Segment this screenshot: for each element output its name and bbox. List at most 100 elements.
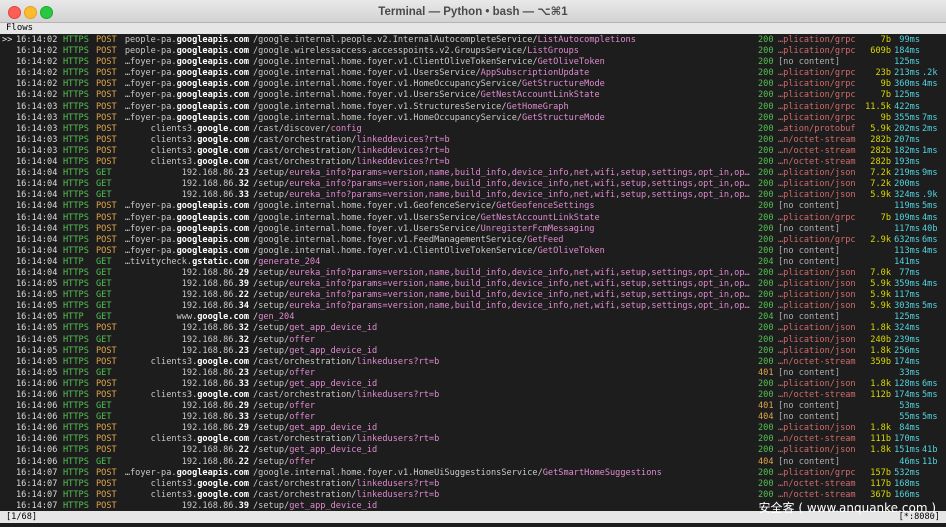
flow-size: 282b: [870, 157, 891, 168]
flow-host-prefix: 192.168.86.: [181, 367, 239, 378]
flow-content-type: [no content]: [778, 57, 841, 68]
flow-host: …foyer-pa.googleapis.com: [121, 57, 249, 68]
flow-row[interactable]: 16:14:03 HTTPS POST clients3.google.com/cas…: [0, 135, 946, 146]
flow-row[interactable]: 16:14:06 HTTPS POST clients3.google.com/cas…: [0, 390, 946, 401]
flow-row[interactable]: 16:14:06 HTTPS GET 192.168.86.33/setup/offe…: [0, 412, 946, 423]
flow-row[interactable]: 16:14:04 HTTPS GET 192.168.86.33/setup/eure…: [0, 190, 946, 201]
flow-row[interactable]: 16:14:04 HTTPS POST …foyer-pa.googleapis.co…: [0, 235, 946, 246]
flow-size: 1.8k: [870, 423, 891, 434]
flow-path: /setup/offer: [253, 335, 753, 346]
flow-row[interactable]: 16:14:04 HTTPS GET 192.168.86.32/setup/eure…: [0, 179, 946, 190]
flow-scheme: HTTPS: [63, 290, 89, 301]
flow-extra: 6ms: [922, 234, 938, 245]
flow-row[interactable]: 16:14:03 HTTPS POST …foyer-pa.googleapis.co…: [0, 113, 946, 124]
flow-duration: 324ms: [894, 190, 920, 201]
flow-row[interactable]: 16:14:06 HTTPS POST 192.168.86.29/setup/get…: [0, 423, 946, 434]
flow-row[interactable]: 16:14:02 HTTPS POST …foyer-pa.googleapis.co…: [0, 68, 946, 79]
flow-row[interactable]: 16:14:05 HTTPS GET 192.168.86.23/setup/offe…: [0, 368, 946, 379]
flow-row[interactable]: 16:14:05 HTTP GET www.google.com/gen_204 204…: [0, 312, 946, 323]
flow-status: 200: [758, 90, 774, 101]
flow-host-name: google.com: [197, 390, 249, 400]
flow-content-type: …plication/json: [778, 290, 856, 301]
flow-host: …foyer-pa.googleapis.com: [121, 213, 249, 224]
flow-path-endpoint: linkedusers?rt=b: [356, 356, 440, 367]
flow-path: /cast/orchestration/linkeddevices?rt=b: [253, 157, 753, 168]
flow-method: POST: [96, 134, 117, 145]
flow-row[interactable]: 16:14:04 HTTPS POST …foyer-pa.googleapis.co…: [0, 246, 946, 257]
flow-host-prefix: 192.168.86.: [181, 445, 239, 456]
flow-path: /cast/discover/config: [253, 124, 753, 135]
flow-row[interactable]: 16:14:02 HTTPS POST people-pa.googleapis.co…: [0, 46, 946, 57]
flow-row[interactable]: 16:14:07 HTTPS POST clients3.google.com/cas…: [0, 479, 946, 490]
flow-row[interactable]: 16:14:05 HTTPS POST clients3.google.com/cas…: [0, 357, 946, 368]
flow-host: 192.168.86.33: [121, 190, 249, 201]
flow-row[interactable]: 16:14:02 HTTPS POST …foyer-pa.googleapis.co…: [0, 79, 946, 90]
flow-method: GET: [96, 256, 112, 267]
flow-path-endpoint: GetGeofenceSettings: [496, 201, 595, 212]
flow-row[interactable]: 16:14:05 HTTPS GET 192.168.86.32/setup/offe…: [0, 335, 946, 346]
flow-host-prefix: 192.168.86.: [181, 401, 239, 412]
flow-host-prefix: 192.168.86.: [181, 378, 239, 389]
flow-list[interactable]: >> 16:14:02 HTTPS POST people-pa.googleapis.…: [0, 35, 946, 512]
flow-host-prefix: …foyer-pa.: [124, 79, 177, 90]
flow-row[interactable]: 16:14:04 HTTPS GET 192.168.86.23/setup/eure…: [0, 168, 946, 179]
flow-row[interactable]: 16:14:03 HTTPS POST clients3.google.com/cas…: [0, 146, 946, 157]
flow-row[interactable]: 16:14:04 HTTPS POST …foyer-pa.googleapis.co…: [0, 213, 946, 224]
flow-host: 192.168.86.33: [121, 379, 249, 390]
flow-row[interactable]: 16:14:06 HTTPS POST 192.168.86.22/setup/get…: [0, 445, 946, 456]
flow-row[interactable]: 16:14:05 HTTPS POST 192.168.86.23/setup/get…: [0, 346, 946, 357]
flow-host: 192.168.86.23: [121, 346, 249, 357]
flow-row[interactable]: 16:14:05 HTTPS GET 192.168.86.39/setup/eure…: [0, 279, 946, 290]
flow-row[interactable]: 16:14:07 HTTPS POST …foyer-pa.googleapis.co…: [0, 468, 946, 479]
flow-path-base: /setup/: [253, 367, 290, 378]
flow-row[interactable]: 16:14:06 HTTPS GET 192.168.86.29/setup/offe…: [0, 401, 946, 412]
flow-extra: .9k: [922, 190, 938, 201]
flow-method: POST: [96, 157, 117, 168]
flow-path-base: /setup/: [253, 500, 290, 511]
flow-path-base: /setup/: [253, 179, 290, 190]
flow-row[interactable]: 16:14:03 HTTPS POST clients3.google.com/cas…: [0, 124, 946, 135]
flow-method: GET: [96, 267, 112, 278]
flow-path-endpoint: eureka_info?params=version,name,build_in…: [289, 267, 750, 278]
flow-duration: 55ms: [899, 412, 920, 423]
flow-host-prefix: …foyer-pa.: [124, 68, 177, 79]
flow-status: 200: [758, 356, 774, 367]
flow-extra: 2ms: [922, 123, 938, 134]
flow-method: POST: [96, 90, 117, 101]
flow-duration: 125ms: [894, 57, 920, 68]
flow-row[interactable]: 16:14:05 HTTPS POST 192.168.86.32/setup/get…: [0, 323, 946, 334]
flow-content-type: …plication/json: [778, 301, 856, 312]
flow-size: 157b: [870, 467, 891, 478]
flow-row[interactable]: 16:14:04 HTTPS GET 192.168.86.29/setup/eure…: [0, 268, 946, 279]
flow-path-base: /google.internal.home.foyer.v1.HomeOccup…: [253, 112, 523, 123]
flow-path: /setup/get_app_device_id: [253, 379, 753, 390]
flow-row[interactable]: 16:14:04 HTTPS POST clients3.google.com/cas…: [0, 157, 946, 168]
flow-row[interactable]: 16:14:06 HTTPS POST 192.168.86.33/setup/get…: [0, 379, 946, 390]
flow-row[interactable]: 16:14:04 HTTPS POST …foyer-pa.googleapis.co…: [0, 201, 946, 212]
flow-path-base: /setup/: [253, 290, 290, 301]
flow-host: …foyer-pa.googleapis.com: [121, 224, 249, 235]
flow-duration: 113ms: [894, 245, 920, 256]
flow-row[interactable]: 16:14:06 HTTPS POST clients3.google.com/cas…: [0, 434, 946, 445]
flow-row[interactable]: 16:14:03 HTTPS POST …foyer-pa.googleapis.co…: [0, 102, 946, 113]
flow-time: 16:14:04: [16, 245, 58, 256]
flow-row[interactable]: 16:14:05 HTTPS GET 192.168.86.34/setup/eure…: [0, 301, 946, 312]
flow-extra: 4ms: [922, 79, 938, 90]
flow-row[interactable]: 16:14:06 HTTPS GET 192.168.86.22/setup/offe…: [0, 457, 946, 468]
flow-status: 404: [758, 456, 774, 467]
flow-row[interactable]: 16:14:04 HTTP GET …tivitycheck.gstatic.com /…: [0, 257, 946, 268]
flow-host: 192.168.86.29: [121, 423, 249, 434]
flow-row[interactable]: 16:14:05 HTTPS GET 192.168.86.22/setup/eure…: [0, 290, 946, 301]
flow-row[interactable]: >> 16:14:02 HTTPS POST people-pa.googleapis.…: [0, 35, 946, 46]
flow-path: /cast/orchestration/linkeddevices?rt=b: [253, 135, 753, 146]
flow-status: 200: [758, 390, 774, 400]
flow-host-name: gstatic.com: [192, 256, 249, 267]
flow-path: /google.internal.home.foyer.v1.UsersServ…: [253, 224, 753, 235]
flow-content-type: …plication/json: [778, 179, 856, 190]
flow-row[interactable]: 16:14:04 HTTPS POST …foyer-pa.googleapis.co…: [0, 224, 946, 235]
flow-host: 192.168.86.33: [121, 412, 249, 423]
flow-time: 16:14:05: [16, 312, 58, 323]
flow-row[interactable]: 16:14:02 HTTPS POST …foyer-pa.googleapis.co…: [0, 57, 946, 68]
flow-row[interactable]: 16:14:02 HTTPS POST …foyer-pa.googleapis.co…: [0, 90, 946, 101]
flow-host-prefix: …foyer-pa.: [124, 101, 177, 112]
